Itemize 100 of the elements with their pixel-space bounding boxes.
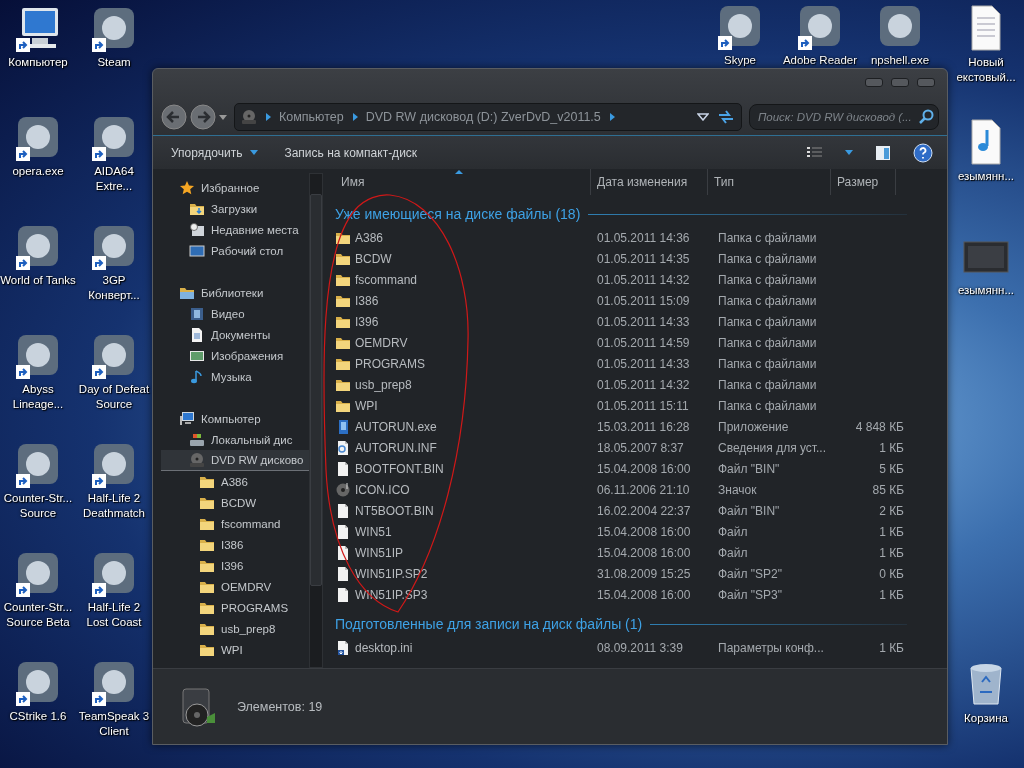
icon-label: Новый екстовый... — [955, 55, 1017, 85]
sidebar-item[interactable]: usb_prep8 — [161, 618, 309, 639]
sidebar-item[interactable]: Недавние места — [161, 219, 309, 240]
file-type: Параметры конф... — [718, 640, 825, 655]
sidebar-item[interactable]: Изображения — [161, 345, 309, 366]
view-list-icon[interactable] — [807, 146, 823, 159]
sidebar-item[interactable]: I386 — [161, 534, 309, 555]
file-name[interactable]: OEMDRV — [355, 335, 408, 350]
icon-label: opera.exe — [12, 164, 64, 179]
icon-label: CStrike 1.6 — [9, 709, 67, 724]
file-name[interactable]: NT5BOOT.BIN — [355, 503, 434, 518]
sidebar-item[interactable]: Компьютер — [161, 408, 309, 429]
file-name[interactable]: ICON.ICO — [355, 482, 410, 497]
forward-button[interactable] — [190, 104, 216, 130]
file-name[interactable]: PROGRAMS — [355, 356, 425, 371]
file-icon — [335, 460, 351, 477]
date-modified: 01.05.2011 15:09 — [597, 293, 691, 308]
file-name[interactable]: AUTORUN.INF — [355, 440, 437, 455]
file-type: Файл "SP3" — [718, 587, 784, 602]
file-type: Папка с файлами — [718, 356, 818, 371]
file-name[interactable]: I396 — [355, 314, 379, 329]
scrollbar[interactable] — [309, 173, 323, 668]
date-modified: 16.02.2004 22:37 — [597, 503, 692, 518]
menu-button[interactable]: Упорядочить — [169, 141, 261, 164]
sidebar-item[interactable]: Избранное — [161, 177, 309, 198]
icon-label: езымянн... — [957, 283, 1015, 298]
file-size: 0 КБ — [878, 566, 904, 581]
music-note-icon — [189, 368, 205, 385]
column-header[interactable]: Имя — [335, 169, 591, 195]
icon-label: Компьютер — [8, 55, 68, 70]
scrollbar-thumb[interactable] — [310, 194, 322, 586]
address-bar[interactable]: Компьютер DVD RW дисковод (D:) ZverDvD_v2011.5 — [234, 103, 742, 131]
file-name[interactable]: fscommand — [355, 272, 418, 287]
icon-label: Half-Life 2 Lost Coast — [85, 600, 143, 630]
caret-icon[interactable] — [845, 150, 853, 155]
icon-label: Корзина — [964, 711, 1008, 726]
file-name[interactable]: desktop.ini — [355, 640, 413, 655]
hard-drive-icon — [189, 431, 205, 448]
sidebar-item[interactable]: Загрузки — [161, 198, 309, 219]
column-header[interactable]: Размер — [831, 169, 896, 195]
breadcrumb-link[interactable]: DVD RW дисковод (D:) ZverDvD_v2011.5 — [365, 110, 601, 124]
refresh-icon[interactable] — [717, 108, 735, 126]
file-type: Папка с файлами — [718, 377, 818, 392]
breadcrumb-link[interactable]: Компьютер — [279, 110, 344, 124]
search-field[interactable]: Поиск: DVD RW дисковод (... — [749, 104, 939, 130]
chevron-icon[interactable] — [265, 113, 271, 121]
file-name[interactable]: A386 — [355, 230, 384, 245]
sidebar-item[interactable]: Локальный дис — [161, 429, 309, 450]
dropdown-arrow-icon[interactable] — [697, 113, 709, 121]
group-header[interactable]: Подготовленные для записи на диск файлы (1) — [335, 616, 643, 632]
sidebar-item[interactable]: Документы — [161, 324, 309, 345]
sidebar-item[interactable]: WPI — [161, 639, 309, 660]
file-icon — [335, 565, 351, 582]
file-name[interactable]: WIN51 — [355, 524, 392, 539]
date-modified: 01.05.2011 14:32 — [597, 272, 691, 287]
date-modified: 01.05.2011 14:32 — [597, 377, 691, 392]
chevron-icon[interactable] — [608, 113, 615, 121]
sidebar-item[interactable]: Библиотеки — [161, 282, 309, 303]
sidebar-item[interactable]: A386 — [161, 471, 309, 492]
file-icon — [335, 544, 351, 561]
file-name[interactable]: BCDW — [355, 251, 392, 266]
sidebar-item[interactable]: Рабочий стол — [161, 240, 309, 261]
file-type: Файл "BIN" — [718, 461, 781, 476]
date-modified: 06.11.2006 21:10 — [597, 482, 691, 497]
file-name[interactable]: AUTORUN.exe — [355, 419, 437, 434]
sidebar-item[interactable]: BCDW — [161, 492, 309, 513]
sidebar-item[interactable]: Музыка — [161, 366, 309, 387]
file-type: Файл "SP2" — [718, 566, 784, 581]
file-name[interactable]: usb_prep8 — [355, 377, 412, 392]
toolbar-button[interactable]: Запись на компакт-диск — [282, 141, 420, 164]
file-name[interactable]: WIN51IP — [355, 545, 403, 560]
sidebar-item[interactable]: PROGRAMS — [161, 597, 309, 618]
settings-file-icon — [335, 639, 351, 656]
sidebar-item[interactable]: I396 — [161, 555, 309, 576]
column-header[interactable]: Дата изменения — [591, 169, 708, 195]
sidebar-item[interactable]: Видео — [161, 303, 309, 324]
file-name[interactable]: WPI — [355, 398, 378, 413]
date-modified: 01.05.2011 14:33 — [597, 314, 691, 329]
file-type: Папка с файлами — [718, 335, 818, 350]
sidebar-item[interactable]: OEMDRV — [161, 576, 309, 597]
sidebar-item[interactable]: DVD RW дисково — [161, 450, 309, 471]
file-size: 1 КБ — [878, 587, 904, 602]
file-type: Папка с файлами — [718, 251, 818, 266]
file-name[interactable]: I386 — [355, 293, 379, 308]
caret-icon[interactable] — [219, 113, 227, 121]
file-size: 1 КБ — [878, 640, 904, 655]
preview-pane-icon[interactable] — [875, 144, 891, 161]
file-type: Значок — [718, 482, 758, 497]
search-icon[interactable] — [918, 109, 934, 125]
help-icon[interactable] — [913, 142, 933, 163]
icon-label: Counter-Str... Source — [2, 491, 74, 521]
icon-label: Half-Life 2 Deathmatch — [82, 491, 146, 521]
file-name[interactable]: BOOTFONT.BIN — [355, 461, 444, 476]
icon-label: Adobe Reader — [782, 53, 858, 68]
back-button[interactable] — [161, 104, 187, 130]
column-header[interactable]: Тип — [708, 169, 831, 195]
sidebar-item[interactable]: fscommand — [161, 513, 309, 534]
chevron-icon[interactable] — [351, 113, 358, 121]
computer-icon — [179, 410, 195, 427]
icon-label: Counter-Str... Source Beta — [2, 600, 74, 630]
